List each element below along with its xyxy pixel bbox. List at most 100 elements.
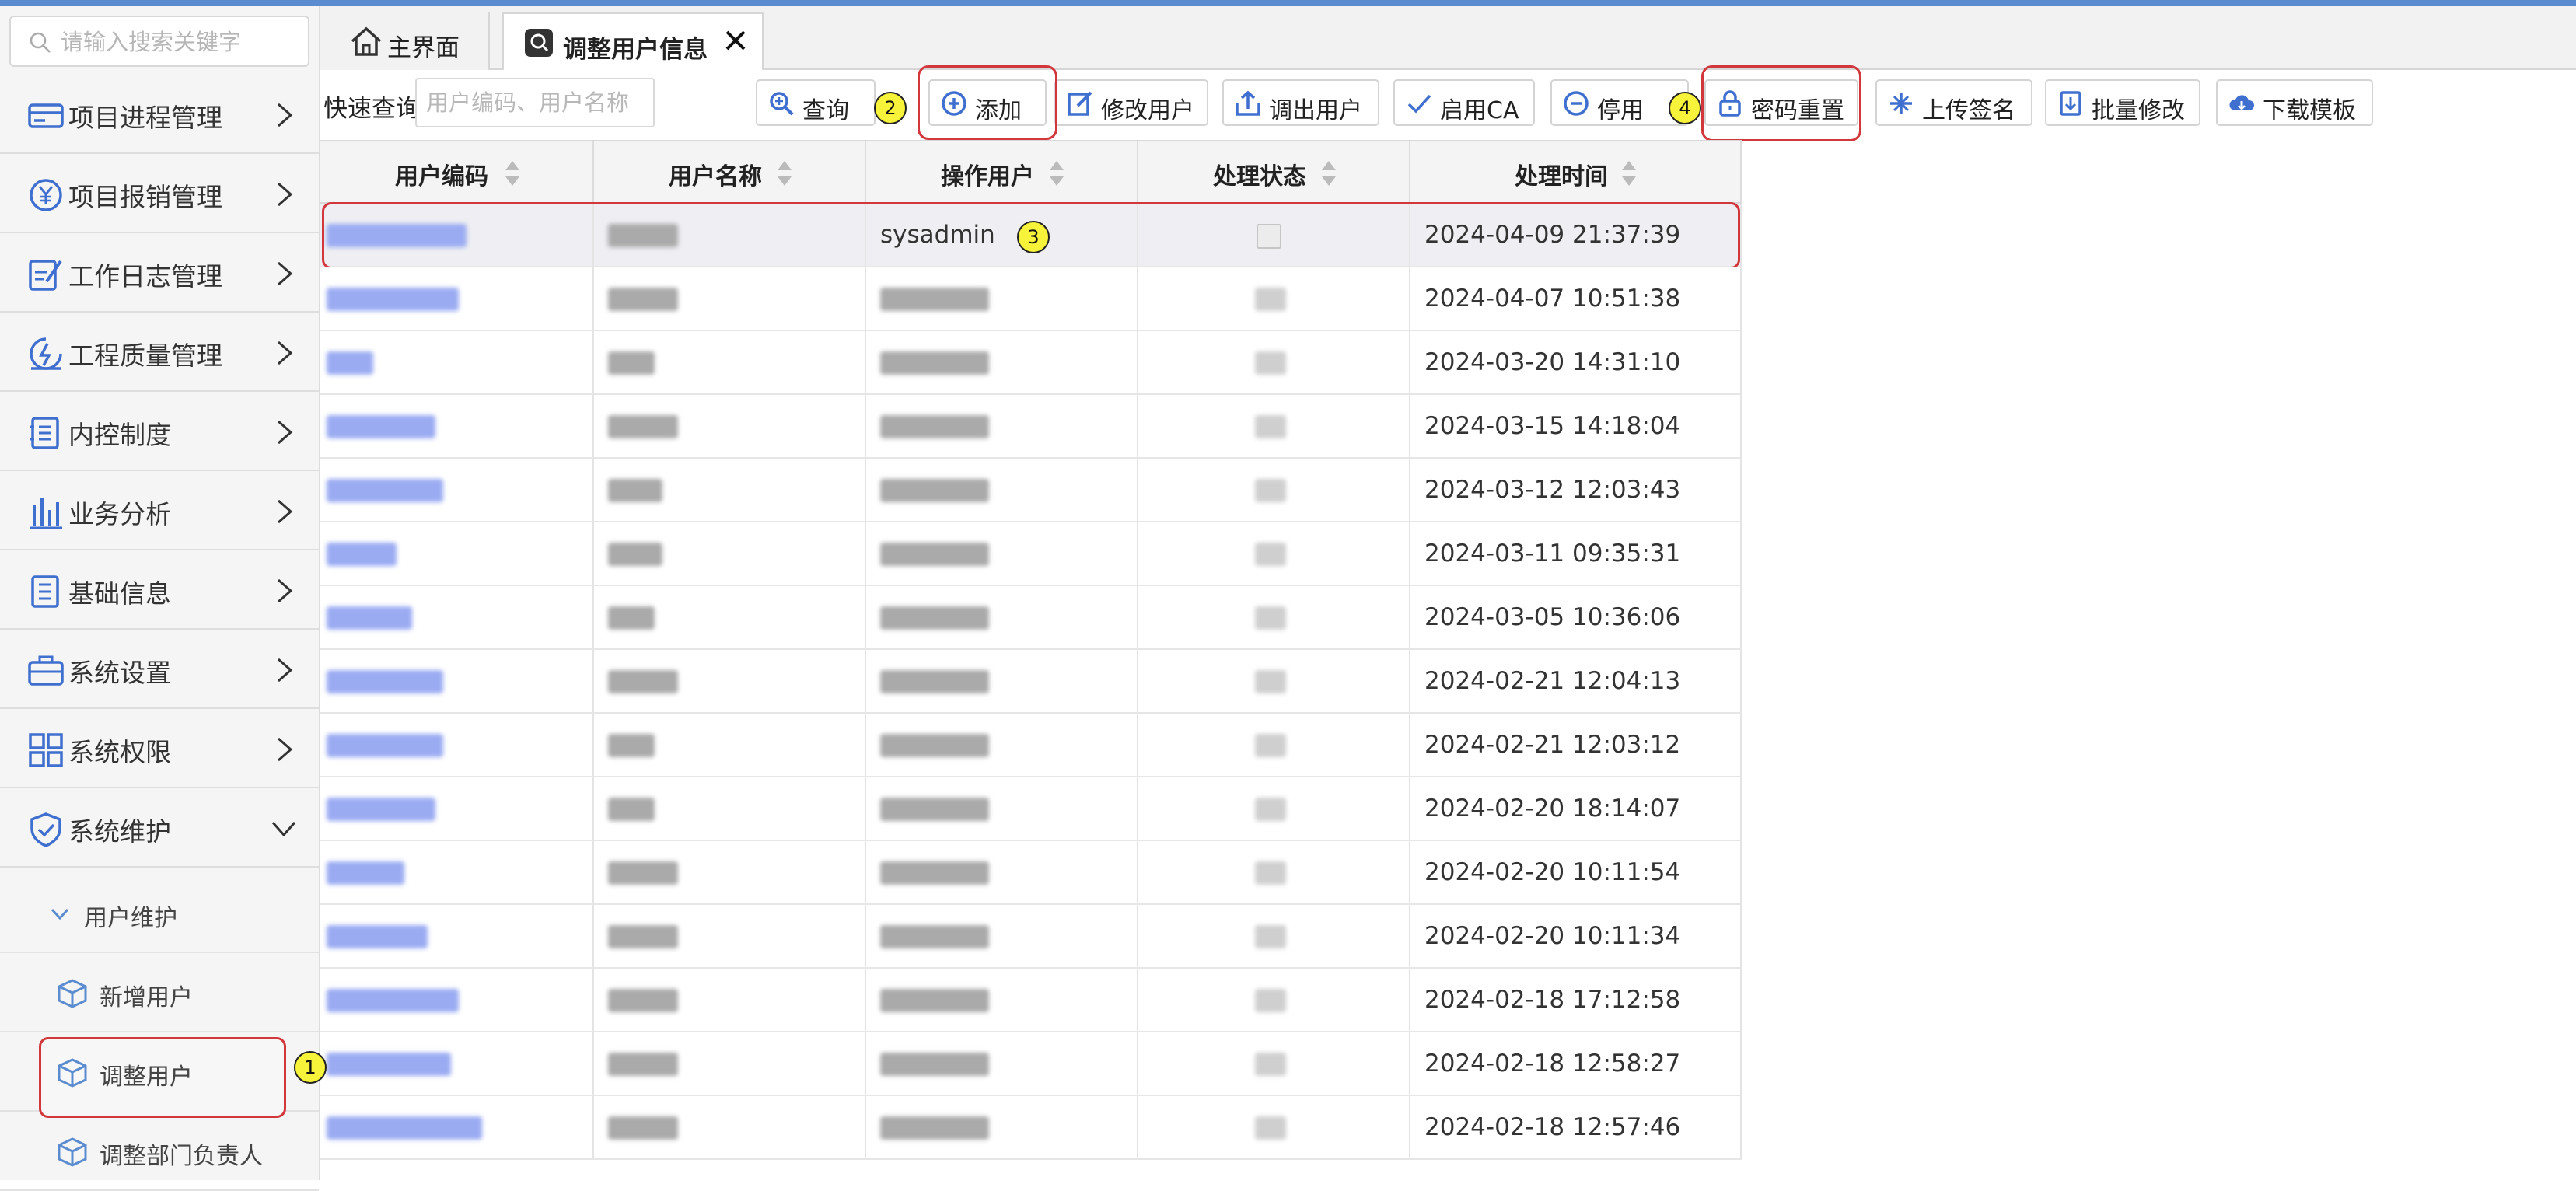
tab-home[interactable]: 主界面 (320, 12, 490, 70)
edit-doc-icon (29, 260, 62, 291)
tab-adjust-user-info[interactable]: 调整用户信息 (502, 12, 764, 70)
cell-user-code (320, 969, 594, 1031)
table-row[interactable]: 2024-03-12 12:03:43 (320, 459, 1742, 522)
cell-time: 2024-02-20 10:11:54 (1410, 841, 1742, 903)
add-button[interactable]: 添加 (928, 79, 1047, 126)
time-text: 2024-04-07 10:51:38 (1424, 285, 1681, 313)
menu-item-quality[interactable]: 工程质量管理 (0, 314, 319, 392)
column-header-status[interactable]: 处理状态 (1138, 141, 1410, 204)
sort-icon[interactable] (1048, 159, 1065, 188)
edit-user-button[interactable]: 修改用户 (1054, 79, 1208, 126)
column-label: 处理时间 (1515, 163, 1608, 190)
cell-user-name (594, 714, 866, 776)
tab-label: 主界面 (387, 34, 460, 62)
menu-item-label: 工作日志管理 (68, 261, 222, 292)
table-row[interactable]: 2024-02-21 12:03:12 (320, 714, 1742, 777)
table-row[interactable]: 2024-03-11 09:35:31 (320, 522, 1742, 586)
redacted-text (608, 606, 655, 630)
cell-user-name (594, 395, 866, 457)
cell-user-code (320, 1096, 594, 1158)
sidebar-search-input[interactable] (59, 23, 295, 61)
export-user-button[interactable]: 调出用户 (1222, 79, 1379, 126)
sidebar-search[interactable] (9, 16, 309, 67)
menu-item-internal-control[interactable]: 内控制度 (0, 393, 319, 471)
redacted-text (880, 1116, 989, 1140)
sort-icon[interactable] (776, 159, 793, 188)
cell-operator (866, 395, 1138, 457)
submenu-user-maintenance[interactable]: 用户维护 (0, 875, 319, 953)
redacted-text (608, 224, 678, 247)
submenu-item-label: 新增用户 (100, 984, 193, 1011)
quick-search-input[interactable] (415, 78, 655, 127)
table-row[interactable]: 2024-02-20 18:14:07 (320, 777, 1742, 841)
cell-user-code (320, 650, 594, 712)
redacted-text (1255, 925, 1286, 948)
menu-item-project-progress[interactable]: 项目进程管理 (0, 76, 319, 154)
close-icon[interactable] (722, 26, 750, 54)
time-text: 2024-03-05 10:36:06 (1424, 603, 1681, 631)
table-row[interactable]: 2024-04-07 10:51:38 (320, 267, 1742, 331)
time-text: 2024-02-20 10:11:34 (1424, 922, 1681, 950)
password-reset-button[interactable]: 密码重置 (1704, 79, 1858, 126)
column-header-user-name[interactable]: 用户名称 (594, 141, 866, 204)
cell-operator (866, 905, 1138, 967)
redacted-text (880, 543, 989, 566)
cell-time: 2024-03-20 14:31:10 (1410, 331, 1742, 393)
cell-user-code (320, 841, 594, 903)
submenu-item-adjust-user[interactable]: 调整用户 (0, 1034, 319, 1118)
table-row[interactable]: 2024-02-18 17:12:58 (320, 969, 1742, 1032)
status-checkbox[interactable] (1257, 224, 1281, 249)
menu-item-label: 系统权限 (68, 737, 171, 767)
menu-item-permissions[interactable]: 系统权限 (0, 711, 319, 788)
column-header-operator[interactable]: 操作用户 (866, 141, 1138, 204)
cell-user-code (320, 905, 594, 967)
sort-icon[interactable] (1320, 159, 1337, 188)
redacted-text (608, 925, 678, 948)
redacted-text (327, 351, 373, 375)
redacted-text (1255, 415, 1286, 438)
menu-item-business-analysis[interactable]: 业务分析 (0, 473, 319, 550)
download-template-button[interactable]: 下载模板 (2216, 79, 2373, 126)
sort-icon[interactable] (504, 159, 521, 188)
cell-status (1138, 714, 1410, 776)
menu-item-system-settings[interactable]: 系统设置 (0, 631, 319, 709)
submenu-item-dept-head[interactable]: 调整部门负责人 (0, 1113, 319, 1191)
table-row[interactable]: 2024-02-18 12:58:27 (320, 1032, 1742, 1096)
table-row[interactable]: 2024-02-21 12:04:13 (320, 650, 1742, 714)
cell-status (1138, 522, 1410, 585)
menu-item-basic-info[interactable]: 基础信息 (0, 552, 319, 630)
enable-ca-button[interactable]: 启用CA (1393, 79, 1535, 126)
batch-edit-button[interactable]: 批量修改 (2045, 79, 2200, 126)
column-header-user-code[interactable]: 用户编码 (320, 141, 594, 204)
time-text: 2024-02-18 17:12:58 (1424, 986, 1681, 1014)
cell-user-code (320, 267, 594, 330)
table-row[interactable]: 2024-03-05 10:36:06 (320, 586, 1742, 650)
table-row[interactable]: 2024-03-15 14:18:04 (320, 395, 1742, 459)
menu-item-system-maintenance[interactable]: 系统维护 (0, 790, 319, 868)
cell-user-code (320, 777, 594, 840)
menu-item-work-log[interactable]: 工作日志管理 (0, 235, 319, 313)
table-row[interactable]: 2024-02-18 12:57:46 (320, 1096, 1742, 1160)
zoom-icon (770, 92, 794, 116)
download-doc-icon (2060, 91, 2081, 116)
column-label: 用户编码 (395, 163, 488, 190)
redacted-text (880, 861, 989, 885)
redacted-text (1255, 670, 1286, 693)
table-row[interactable]: 2024-02-20 10:11:54 (320, 841, 1742, 905)
upload-signature-button[interactable]: 上传签名 (1875, 79, 2032, 126)
redacted-text (327, 989, 459, 1012)
menu-item-project-expense[interactable]: 项目报销管理 (0, 155, 319, 233)
sort-icon[interactable] (1620, 159, 1638, 188)
table-row[interactable]: 2024-02-20 10:11:34 (320, 905, 1742, 969)
redacted-text (327, 479, 443, 502)
disable-button[interactable]: 停用 (1550, 79, 1689, 126)
column-label: 用户名称 (669, 163, 762, 190)
redacted-text (880, 288, 989, 311)
query-button[interactable]: 查询 (756, 79, 876, 126)
redacted-text (327, 288, 459, 311)
submenu-item-add-user[interactable]: 新增用户 (0, 955, 319, 1032)
redacted-text (608, 1116, 678, 1140)
table-row[interactable]: 2024-03-20 14:31:10 (320, 331, 1742, 395)
column-header-time[interactable]: 处理时间 (1410, 141, 1742, 204)
cell-user-name (594, 204, 866, 266)
